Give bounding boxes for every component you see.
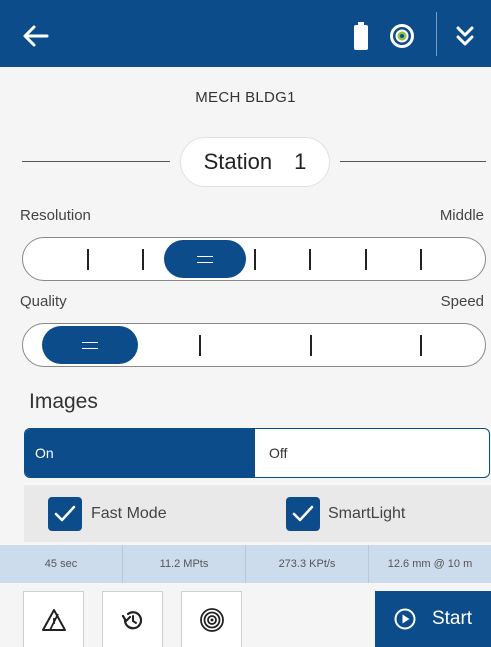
smartlight-label: SmartLight xyxy=(328,505,406,522)
resolution-slider[interactable] xyxy=(22,237,486,281)
quality-label: Quality xyxy=(20,293,67,310)
drag-handle-icon xyxy=(82,341,98,349)
start-label: Start xyxy=(431,608,473,629)
quality-slider[interactable] xyxy=(22,323,486,367)
resolution-value: Middle xyxy=(439,207,484,224)
resolution-label: Resolution xyxy=(20,207,91,224)
drag-handle-icon xyxy=(197,255,213,263)
resolution-slider-thumb[interactable] xyxy=(164,240,246,278)
checkmark-icon xyxy=(292,505,314,522)
images-title: Images xyxy=(29,390,98,413)
resolution-tick xyxy=(142,249,144,270)
smartlight-checkbox[interactable] xyxy=(286,497,320,531)
fast-mode-label: Fast Mode xyxy=(91,505,167,522)
history-icon xyxy=(121,610,142,629)
scan-points: 11.2 MPts xyxy=(123,545,246,583)
collapse-button[interactable] xyxy=(447,18,483,54)
double-chevron-down-icon xyxy=(456,26,474,46)
resolution-tick xyxy=(365,249,367,270)
images-off-option[interactable]: Off xyxy=(255,429,489,477)
project-name: MECH BLDG1 xyxy=(195,89,296,106)
station-number: 1 xyxy=(294,149,307,174)
options-panel: Fast Mode SmartLight xyxy=(24,485,491,542)
resolution-tick xyxy=(309,249,311,270)
checkmark-icon xyxy=(54,505,76,522)
battery-icon xyxy=(346,20,376,52)
quality-tick xyxy=(420,335,422,356)
play-circle-icon xyxy=(394,608,416,630)
target-icon xyxy=(390,24,414,48)
top-bar xyxy=(0,0,491,67)
topbar-divider xyxy=(436,12,437,56)
target-tool-button[interactable] xyxy=(181,591,242,647)
target-button[interactable] xyxy=(384,18,420,54)
images-toggle: On Off xyxy=(24,428,490,478)
quality-tick xyxy=(310,335,312,356)
quality-slider-thumb[interactable] xyxy=(42,326,138,364)
point-spacing: 12.6 mm @ 10 m xyxy=(387,558,473,570)
back-button[interactable] xyxy=(18,18,54,54)
resolution-tick xyxy=(87,249,89,270)
target-icon xyxy=(199,607,224,632)
level-button[interactable] xyxy=(23,591,84,647)
arrow-left-icon xyxy=(23,25,49,47)
resolution-tick xyxy=(254,249,256,270)
history-button[interactable] xyxy=(102,591,163,647)
resolution-tick xyxy=(420,249,422,270)
scan-rate: 273.3 KPt/s xyxy=(246,545,369,583)
station-selector[interactable]: Station 1 xyxy=(180,137,330,187)
level-warning-icon xyxy=(41,608,66,631)
start-button[interactable]: Start xyxy=(375,591,491,647)
station-divider-right xyxy=(340,161,486,162)
scan-stats-bar: 45 sec 11.2 MPts 273.3 KPt/s 12.6 mm @ 1… xyxy=(0,545,491,583)
station-divider-left xyxy=(22,161,170,162)
images-on-option[interactable]: On xyxy=(25,429,255,477)
scan-duration: 45 sec xyxy=(0,545,123,583)
quality-tick xyxy=(199,335,201,356)
fast-mode-checkbox[interactable] xyxy=(48,497,82,531)
station-label: Station xyxy=(203,149,273,174)
quality-value: Speed xyxy=(440,293,484,310)
